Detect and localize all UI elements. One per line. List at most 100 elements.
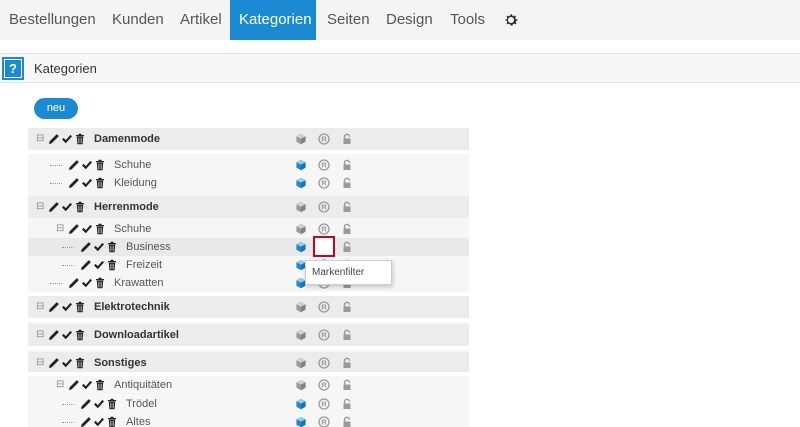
collapse-toggle-icon[interactable]: ⊟ xyxy=(56,380,64,390)
article-cube-icon[interactable] xyxy=(295,133,307,145)
activate-check-icon[interactable] xyxy=(93,416,105,427)
category-label[interactable]: Elektrotechnik xyxy=(94,301,170,313)
activate-check-icon[interactable] xyxy=(81,159,93,171)
lock-icon[interactable] xyxy=(341,416,353,427)
category-label[interactable]: Schuhe xyxy=(114,223,151,235)
brand-filter-icon[interactable]: R xyxy=(318,201,330,213)
brand-filter-icon[interactable]: R xyxy=(318,398,330,410)
activate-check-icon[interactable] xyxy=(81,177,93,189)
nav-item-design[interactable]: Design xyxy=(377,0,442,40)
brand-filter-icon[interactable]: R xyxy=(318,223,330,235)
edit-pencil-icon[interactable] xyxy=(68,223,80,235)
category-label[interactable]: Schuhe xyxy=(114,159,151,171)
brand-filter-icon[interactable]: R xyxy=(318,416,330,427)
activate-check-icon[interactable] xyxy=(61,301,73,313)
lock-icon[interactable] xyxy=(341,133,353,145)
help-button[interactable]: ? xyxy=(2,57,24,80)
activate-check-icon[interactable] xyxy=(93,398,105,410)
category-label[interactable]: Herrenmode xyxy=(94,201,159,213)
category-label[interactable]: Freizeit xyxy=(126,259,162,271)
lock-icon[interactable] xyxy=(341,357,353,369)
activate-check-icon[interactable] xyxy=(81,277,93,289)
lock-icon[interactable] xyxy=(341,301,353,313)
gear-icon[interactable] xyxy=(503,12,519,28)
lock-icon[interactable] xyxy=(341,201,353,213)
lock-icon[interactable] xyxy=(341,329,353,341)
edit-pencil-icon[interactable] xyxy=(68,177,80,189)
nav-item-kategorien[interactable]: Kategorien xyxy=(230,0,316,40)
category-label[interactable]: Damenmode xyxy=(94,133,160,145)
lock-icon[interactable] xyxy=(341,379,353,391)
article-cube-icon[interactable] xyxy=(295,398,307,410)
edit-pencil-icon[interactable] xyxy=(68,379,80,391)
collapse-toggle-icon[interactable]: ⊟ xyxy=(36,358,44,368)
delete-trash-icon[interactable] xyxy=(94,159,106,171)
category-label[interactable]: Altes xyxy=(126,416,150,427)
delete-trash-icon[interactable] xyxy=(74,133,86,145)
category-label[interactable]: Business xyxy=(126,241,171,253)
activate-check-icon[interactable] xyxy=(61,357,73,369)
lock-icon[interactable] xyxy=(341,398,353,410)
article-cube-icon[interactable] xyxy=(295,379,307,391)
delete-trash-icon[interactable] xyxy=(94,277,106,289)
delete-trash-icon[interactable] xyxy=(106,398,118,410)
delete-trash-icon[interactable] xyxy=(94,177,106,189)
article-cube-icon[interactable] xyxy=(295,329,307,341)
category-label[interactable]: Antiquitäten xyxy=(114,379,172,391)
activate-check-icon[interactable] xyxy=(81,379,93,391)
article-cube-icon[interactable] xyxy=(295,241,307,253)
delete-trash-icon[interactable] xyxy=(74,357,86,369)
activate-check-icon[interactable] xyxy=(81,223,93,235)
category-label[interactable]: Trödel xyxy=(126,398,157,410)
brand-filter-icon[interactable]: R xyxy=(318,133,330,145)
brand-filter-icon[interactable]: R xyxy=(318,329,330,341)
lock-icon[interactable] xyxy=(341,159,353,171)
brand-filter-icon[interactable]: R xyxy=(318,159,330,171)
activate-check-icon[interactable] xyxy=(61,201,73,213)
delete-trash-icon[interactable] xyxy=(106,241,118,253)
delete-trash-icon[interactable] xyxy=(94,379,106,391)
lock-icon[interactable] xyxy=(341,177,353,189)
lock-icon[interactable] xyxy=(341,223,353,235)
nav-item-bestellungen[interactable]: Bestellungen xyxy=(0,0,105,40)
collapse-toggle-icon[interactable]: ⊟ xyxy=(56,224,64,234)
delete-trash-icon[interactable] xyxy=(106,416,118,427)
edit-pencil-icon[interactable] xyxy=(68,277,80,289)
collapse-toggle-icon[interactable]: ⊟ xyxy=(36,134,44,144)
article-cube-icon[interactable] xyxy=(295,201,307,213)
article-cube-icon[interactable] xyxy=(295,177,307,189)
nav-item-artikel[interactable]: Artikel xyxy=(171,0,231,40)
collapse-toggle-icon[interactable]: ⊟ xyxy=(36,302,44,312)
article-cube-icon[interactable] xyxy=(295,159,307,171)
brand-filter-icon[interactable]: R xyxy=(318,379,330,391)
delete-trash-icon[interactable] xyxy=(74,329,86,341)
delete-trash-icon[interactable] xyxy=(74,301,86,313)
activate-check-icon[interactable] xyxy=(93,259,105,271)
edit-pencil-icon[interactable] xyxy=(68,159,80,171)
nav-item-tools[interactable]: Tools xyxy=(441,0,494,40)
nav-item-seiten[interactable]: Seiten xyxy=(318,0,379,40)
edit-pencil-icon[interactable] xyxy=(48,329,60,341)
lock-icon[interactable] xyxy=(341,241,353,253)
brand-filter-icon[interactable]: R xyxy=(318,301,330,313)
article-cube-icon[interactable] xyxy=(295,301,307,313)
nav-item-kunden[interactable]: Kunden xyxy=(103,0,173,40)
edit-pencil-icon[interactable] xyxy=(80,398,92,410)
article-cube-icon[interactable] xyxy=(295,223,307,235)
brand-filter-icon[interactable]: R xyxy=(318,357,330,369)
activate-check-icon[interactable] xyxy=(61,329,73,341)
category-label[interactable]: Downloadartikel xyxy=(94,329,179,341)
collapse-toggle-icon[interactable]: ⊟ xyxy=(36,330,44,340)
category-label[interactable]: Kleidung xyxy=(114,177,157,189)
delete-trash-icon[interactable] xyxy=(94,223,106,235)
category-label[interactable]: Sonstiges xyxy=(94,357,147,369)
activate-check-icon[interactable] xyxy=(61,133,73,145)
edit-pencil-icon[interactable] xyxy=(48,301,60,313)
edit-pencil-icon[interactable] xyxy=(48,201,60,213)
collapse-toggle-icon[interactable]: ⊟ xyxy=(36,202,44,212)
edit-pencil-icon[interactable] xyxy=(48,357,60,369)
edit-pencil-icon[interactable] xyxy=(80,416,92,427)
article-cube-icon[interactable] xyxy=(295,416,307,427)
brand-filter-icon[interactable]: R xyxy=(318,177,330,189)
edit-pencil-icon[interactable] xyxy=(48,133,60,145)
